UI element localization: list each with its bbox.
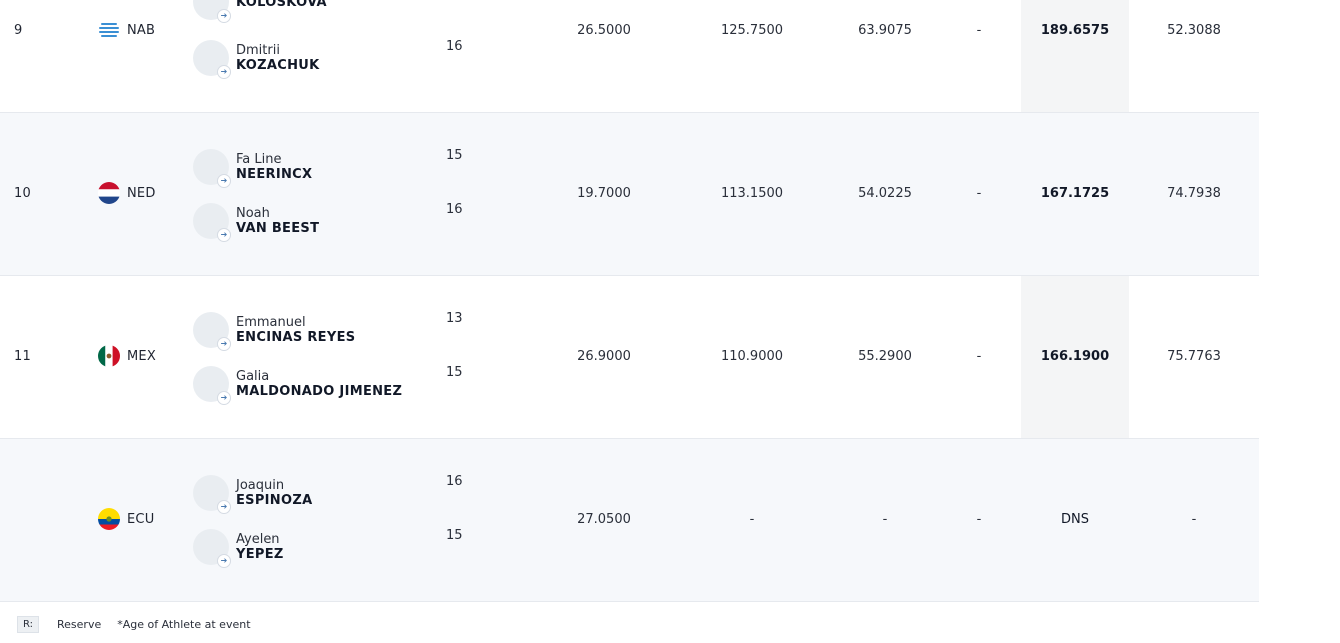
athlete-first-name: Emmanuel <box>236 315 306 330</box>
arrow-right-icon: ➔ <box>217 228 231 242</box>
athlete-last-name: ESPINOZA <box>236 493 313 508</box>
athlete-first-name: Joaquin <box>236 478 285 493</box>
athlete-age: 16 <box>446 474 463 489</box>
mex-flag-icon <box>98 345 120 367</box>
rank-cell: 9 <box>14 23 23 38</box>
avatar: ➔ <box>193 475 231 514</box>
nation-code: NED <box>127 185 156 201</box>
athlete-age: 16 <box>446 39 463 54</box>
score-cell: 52.3088 <box>1167 23 1221 38</box>
score-cell: - <box>976 186 982 201</box>
score-cell: 75.7763 <box>1167 349 1221 364</box>
score-cell: 125.7500 <box>720 23 784 38</box>
athlete-first-name: Galia <box>236 369 270 384</box>
athlete-last-name: KOZACHUK <box>236 58 320 73</box>
athlete-age: 13 <box>446 311 463 326</box>
score-cell: - <box>976 512 982 527</box>
avatar: ➔ <box>193 366 231 405</box>
nation-cell[interactable]: NAB <box>98 19 155 41</box>
avatar: ➔ <box>193 203 231 242</box>
athlete-entry[interactable]: ➔ Joaquin ESPINOZA <box>193 475 313 514</box>
table-row: 9 NAB ➔ KOLOSKOVA ➔ Dmitrii KOZACHUK 16 … <box>0 0 1259 113</box>
table-row: 11 MEX ➔ Emmanuel ENCINAS REYES ➔ Galia … <box>0 276 1259 439</box>
arrow-right-icon: ➔ <box>217 554 231 568</box>
arrow-right-icon: ➔ <box>217 337 231 351</box>
age-note: *Age of Athlete at event <box>117 618 251 631</box>
results-table: 9 NAB ➔ KOLOSKOVA ➔ Dmitrii KOZACHUK 16 … <box>0 0 1259 602</box>
score-cell: 26.5000 <box>577 23 631 38</box>
athlete-entry[interactable]: ➔ Noah VAN BEEST <box>193 203 320 242</box>
arrow-right-icon: ➔ <box>217 9 231 23</box>
total-column-highlight <box>1021 0 1129 112</box>
total-score-cell: 189.6575 <box>1040 23 1110 38</box>
athlete-last-name: VAN BEEST <box>236 221 320 236</box>
athlete-entry[interactable]: ➔ Galia MALDONADO JIMENEZ <box>193 366 403 405</box>
athlete-last-name: YEPEZ <box>236 547 284 562</box>
athlete-entry[interactable]: ➔ Dmitrii KOZACHUK <box>193 40 320 79</box>
athlete-first-name: Fa Line <box>236 152 282 167</box>
athlete-last-name: ENCINAS REYES <box>236 330 356 345</box>
score-cell: - <box>976 349 982 364</box>
arrow-right-icon: ➔ <box>217 500 231 514</box>
nation-code: ECU <box>127 511 155 527</box>
score-cell: 27.0500 <box>577 512 631 527</box>
score-cell: 74.7938 <box>1167 186 1221 201</box>
table-row: 10 NED ➔ Fa Line NEERINCX ➔ Noah VAN BEE… <box>0 113 1259 276</box>
athlete-age: 15 <box>446 148 463 163</box>
athlete-first-name: Noah <box>236 206 270 221</box>
table-legend: R: Reserve *Age of Athlete at event <box>17 616 251 633</box>
athlete-age: 15 <box>446 365 463 380</box>
ecu-flag-icon <box>98 508 120 530</box>
table-row: ECU ➔ Joaquin ESPINOZA ➔ Ayelen YEPEZ 16… <box>0 439 1259 602</box>
avatar: ➔ <box>193 0 231 23</box>
avatar: ➔ <box>193 529 231 568</box>
reserve-badge: R: <box>17 616 40 633</box>
score-cell: 19.7000 <box>577 186 631 201</box>
athlete-first-name: Dmitrii <box>236 43 280 58</box>
total-score-cell: DNS <box>1061 512 1089 527</box>
avatar: ➔ <box>193 149 231 188</box>
athlete-last-name: KOLOSKOVA <box>236 0 327 10</box>
score-cell: - <box>1191 512 1197 527</box>
rank-cell: 11 <box>14 349 31 364</box>
nation-cell[interactable]: ECU <box>98 508 154 530</box>
athlete-first-name: Ayelen <box>236 532 280 547</box>
arrow-right-icon: ➔ <box>217 174 231 188</box>
ned-flag-icon <box>98 182 120 204</box>
arrow-right-icon: ➔ <box>217 391 231 405</box>
score-cell: - <box>976 23 982 38</box>
avatar: ➔ <box>193 40 231 79</box>
nation-code: MEX <box>127 348 156 364</box>
nation-code: NAB <box>127 22 156 38</box>
athlete-entry[interactable]: ➔ Emmanuel ENCINAS REYES <box>193 312 356 351</box>
athlete-last-name: MALDONADO JIMENEZ <box>236 384 403 399</box>
athlete-entry[interactable]: ➔ Fa Line NEERINCX <box>193 149 313 188</box>
total-score-cell: 166.1900 <box>1040 349 1110 364</box>
athlete-entry[interactable]: ➔ Ayelen YEPEZ <box>193 529 284 568</box>
athlete-entry[interactable]: ➔ KOLOSKOVA <box>193 0 327 23</box>
athlete-age: 15 <box>446 528 463 543</box>
total-score-cell: 167.1725 <box>1040 186 1110 201</box>
arrow-right-icon: ➔ <box>217 65 231 79</box>
avatar: ➔ <box>193 312 231 351</box>
score-cell: 113.1500 <box>720 186 784 201</box>
score-cell: 26.9000 <box>577 349 631 364</box>
score-cell: 110.9000 <box>720 349 784 364</box>
athlete-last-name: NEERINCX <box>236 167 313 182</box>
rank-cell: 10 <box>14 186 31 201</box>
nab-flag-icon <box>98 19 120 41</box>
athlete-age: 16 <box>446 202 463 217</box>
reserve-label: Reserve <box>57 618 102 631</box>
nation-cell[interactable]: NED <box>98 182 156 204</box>
score-cell: - <box>749 512 755 527</box>
nation-cell[interactable]: MEX <box>98 345 156 367</box>
